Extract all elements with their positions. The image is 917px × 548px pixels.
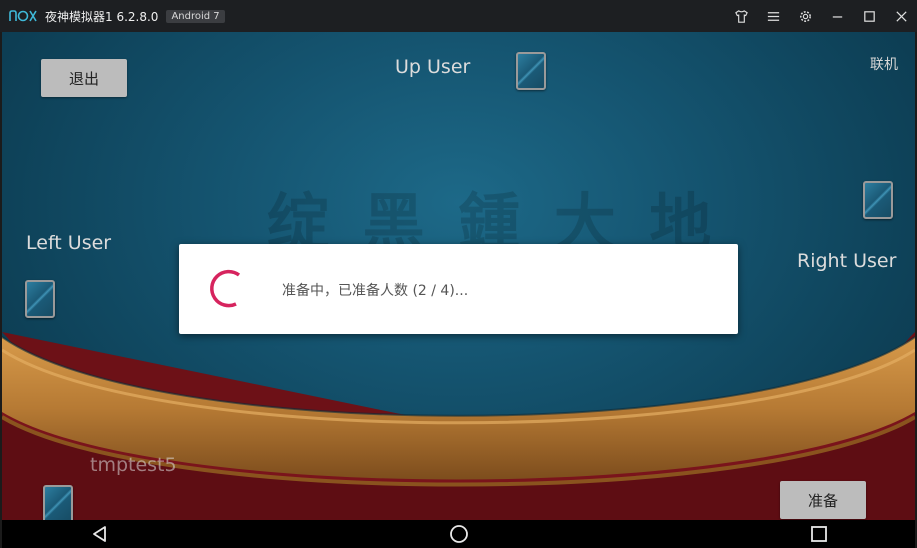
recents-square-icon bbox=[811, 526, 827, 542]
player-right-card bbox=[863, 181, 893, 219]
nav-recents-button[interactable] bbox=[807, 522, 831, 546]
close-button[interactable] bbox=[885, 0, 917, 32]
exit-button[interactable]: 退出 bbox=[41, 59, 127, 97]
close-icon bbox=[895, 10, 907, 22]
maximize-icon bbox=[863, 10, 875, 22]
menu-icon bbox=[767, 11, 779, 21]
home-circle-icon bbox=[450, 525, 468, 543]
ready-button[interactable]: 准备 bbox=[780, 481, 866, 519]
nav-back-button[interactable] bbox=[88, 522, 112, 546]
menu-button[interactable] bbox=[757, 0, 789, 32]
player-up-name: Up User bbox=[395, 56, 471, 78]
waiting-message: 准备中，已准备人数 (2 / 4)... bbox=[282, 283, 469, 299]
player-up-card bbox=[516, 52, 546, 90]
settings-button[interactable] bbox=[789, 0, 821, 32]
player-left-name: Left User bbox=[26, 232, 112, 254]
minimize-button[interactable] bbox=[821, 0, 853, 32]
theme-button[interactable] bbox=[725, 0, 757, 32]
waiting-dialog: 准备中，已准备人数 (2 / 4)... bbox=[179, 244, 738, 334]
maximize-button[interactable] bbox=[853, 0, 885, 32]
android-version-badge: Android 7 bbox=[166, 9, 225, 23]
player-self-name: tmptest5 bbox=[90, 454, 177, 476]
gear-icon bbox=[799, 10, 811, 22]
nox-logo-icon bbox=[9, 10, 37, 22]
player-self-card bbox=[43, 485, 73, 520]
back-triangle-icon bbox=[93, 526, 106, 542]
emulator-title-bar: 夜神模拟器1 6.2.8.0 Android 7 bbox=[0, 0, 917, 32]
player-left-card bbox=[25, 280, 55, 318]
nav-home-button[interactable] bbox=[447, 522, 471, 546]
online-label[interactable]: 联机 bbox=[870, 54, 898, 74]
android-nav-bar bbox=[2, 520, 915, 548]
shirt-icon bbox=[734, 9, 748, 23]
loading-spinner-icon bbox=[210, 269, 241, 308]
player-right-name: Right User bbox=[797, 250, 897, 272]
minimize-icon bbox=[832, 15, 842, 18]
app-title: 夜神模拟器1 6.2.8.0 bbox=[45, 9, 159, 24]
